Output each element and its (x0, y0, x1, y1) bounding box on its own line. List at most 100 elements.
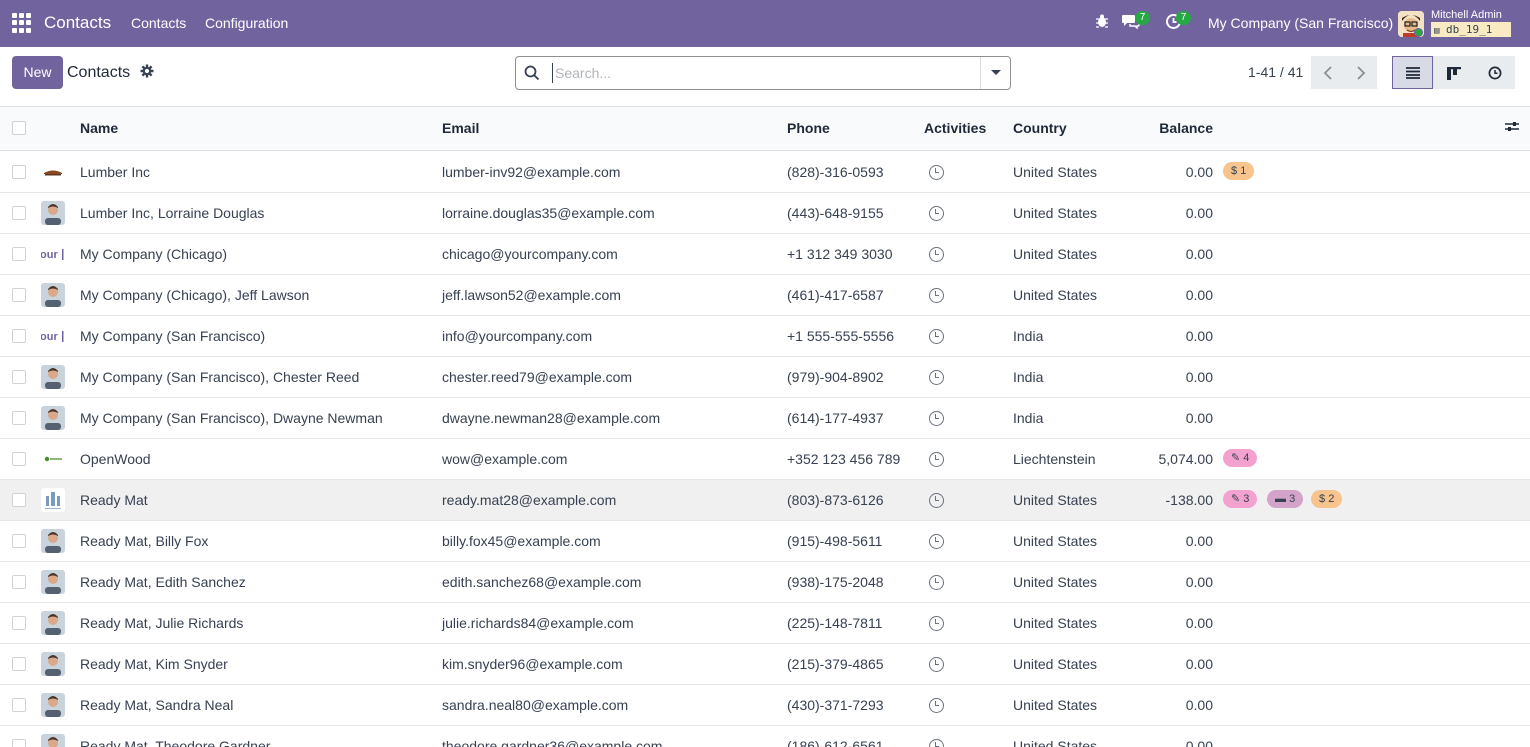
table-row[interactable]: Ready Mat, Sandra Neal sandra.neal80@exa… (0, 685, 1530, 726)
bug-icon[interactable] (1095, 13, 1109, 34)
table-row[interactable]: Ready Mat, Kim Snyder kim.snyder96@examp… (0, 644, 1530, 685)
row-checkbox[interactable] (12, 247, 26, 261)
activity-clock-icon[interactable] (929, 698, 944, 713)
gear-icon[interactable] (140, 64, 154, 81)
contact-phone[interactable]: (225)-148-7811 (787, 615, 882, 631)
pager-value[interactable]: 1-41 / 41 (1248, 64, 1303, 80)
menu-contacts[interactable]: Contacts (131, 15, 186, 31)
pager-previous-button[interactable] (1311, 56, 1344, 89)
pager-next-button[interactable] (1344, 56, 1377, 89)
row-checkbox[interactable] (12, 452, 26, 466)
activity-view-button[interactable] (1474, 56, 1515, 89)
table-row[interactable]: Lumber Inc lumber-inv92@example.com (828… (0, 152, 1530, 193)
activity-clock-icon[interactable] (929, 616, 944, 631)
search-icon[interactable] (524, 65, 540, 84)
contact-phone[interactable]: (614)-177-4937 (787, 410, 884, 426)
contact-name[interactable]: Ready Mat, Julie Richards (80, 615, 243, 631)
row-checkbox[interactable] (12, 288, 26, 302)
table-row[interactable]: Ready Mat, Billy Fox billy.fox45@example… (0, 521, 1530, 562)
contact-name[interactable]: Ready Mat (80, 492, 148, 508)
contact-email[interactable]: lumber-inv92@example.com (442, 164, 620, 180)
contact-phone[interactable]: (828)-316-0593 (787, 164, 884, 180)
contact-email[interactable]: dwayne.newman28@example.com (442, 410, 660, 426)
table-row[interactable]: OpenWood wow@example.com +352 123 456 78… (0, 439, 1530, 480)
column-header-email[interactable]: Email (442, 120, 479, 136)
select-all-checkbox[interactable] (12, 121, 26, 135)
search-input[interactable] (552, 63, 972, 83)
table-row[interactable]: My Company (San Francisco), Dwayne Newma… (0, 398, 1530, 439)
user-name[interactable]: Mitchell Admin (1431, 9, 1502, 21)
row-checkbox[interactable] (12, 657, 26, 671)
table-row[interactable]: our My Company (Chicago) chicago@yourcom… (0, 234, 1530, 275)
table-row[interactable]: My Company (San Francisco), Chester Reed… (0, 357, 1530, 398)
apps-menu-icon[interactable] (12, 13, 32, 33)
contact-phone[interactable]: (443)-648-9155 (787, 205, 884, 221)
contact-name[interactable]: My Company (Chicago), Jeff Lawson (80, 287, 309, 303)
row-checkbox[interactable] (12, 165, 26, 179)
app-name[interactable]: Contacts (44, 13, 111, 33)
contact-phone[interactable]: +1 312 349 3030 (787, 246, 893, 262)
table-row[interactable]: Ready Mat, Edith Sanchez edith.sanchez68… (0, 562, 1530, 603)
optional-columns-icon[interactable] (1505, 121, 1519, 138)
activity-clock-icon[interactable] (929, 288, 944, 303)
new-button[interactable]: New (12, 56, 63, 89)
contact-name[interactable]: My Company (San Francisco) (80, 328, 265, 344)
contact-name[interactable]: Ready Mat, Theodore Gardner (80, 738, 270, 747)
row-checkbox[interactable] (12, 616, 26, 630)
contact-phone[interactable]: +352 123 456 789 (787, 451, 900, 467)
contact-name[interactable]: My Company (San Francisco), Dwayne Newma… (80, 410, 383, 426)
contact-email[interactable]: info@yourcompany.com (442, 328, 592, 344)
contact-phone[interactable]: (430)-371-7293 (787, 697, 884, 713)
column-header-balance[interactable]: Balance (1159, 120, 1213, 136)
table-row[interactable]: Ready Mat ready.mat28@example.com (803)-… (0, 480, 1530, 521)
activity-clock-icon[interactable] (929, 739, 944, 747)
table-row[interactable]: My Company (Chicago), Jeff Lawson jeff.l… (0, 275, 1530, 316)
status-badge[interactable]: $ 1 (1223, 162, 1255, 180)
status-badge[interactable]: $ 2 (1311, 490, 1343, 508)
contact-email[interactable]: billy.fox45@example.com (442, 533, 601, 549)
contact-name[interactable]: My Company (San Francisco), Chester Reed (80, 369, 359, 385)
activity-clock-icon[interactable] (929, 329, 944, 344)
row-checkbox[interactable] (12, 206, 26, 220)
company-switcher[interactable]: My Company (San Francisco) (1208, 15, 1393, 31)
activity-clock-icon[interactable] (929, 534, 944, 549)
contact-phone[interactable]: (186)-612-6561 (787, 738, 884, 747)
table-row[interactable]: Ready Mat, Theodore Gardner theodore.gar… (0, 726, 1530, 747)
row-checkbox[interactable] (12, 493, 26, 507)
status-badge[interactable]: ✎ 3 (1223, 490, 1258, 508)
contact-email[interactable]: kim.snyder96@example.com (442, 656, 623, 672)
row-checkbox[interactable] (12, 698, 26, 712)
contact-name[interactable]: OpenWood (80, 451, 151, 467)
row-checkbox[interactable] (12, 329, 26, 343)
activity-clock-icon[interactable] (929, 575, 944, 590)
table-row[interactable]: our My Company (San Francisco) info@your… (0, 316, 1530, 357)
activity-clock-icon[interactable] (929, 165, 944, 180)
column-header-country[interactable]: Country (1013, 120, 1067, 136)
list-view-button[interactable] (1392, 56, 1433, 89)
row-checkbox[interactable] (12, 575, 26, 589)
search-options-toggle[interactable] (980, 57, 1010, 89)
contact-phone[interactable]: (461)-417-6587 (787, 287, 884, 303)
contact-email[interactable]: chester.reed79@example.com (442, 369, 632, 385)
contact-name[interactable]: Lumber Inc (80, 164, 150, 180)
contact-phone[interactable]: (979)-904-8902 (787, 369, 884, 385)
page-title[interactable]: Contacts (67, 64, 130, 82)
contact-email[interactable]: chicago@yourcompany.com (442, 246, 618, 262)
contact-email[interactable]: wow@example.com (442, 451, 567, 467)
contact-name[interactable]: Lumber Inc, Lorraine Douglas (80, 205, 264, 221)
column-header-phone[interactable]: Phone (787, 120, 830, 136)
contact-phone[interactable]: (215)-379-4865 (787, 656, 884, 672)
contact-email[interactable]: julie.richards84@example.com (442, 615, 634, 631)
contact-phone[interactable]: (803)-873-6126 (787, 492, 884, 508)
activity-clock-icon[interactable] (929, 411, 944, 426)
row-checkbox[interactable] (12, 411, 26, 425)
activity-clock-icon[interactable] (929, 247, 944, 262)
activity-clock-icon[interactable] (929, 370, 944, 385)
contact-phone[interactable]: (938)-175-2048 (787, 574, 884, 590)
contact-email[interactable]: sandra.neal80@example.com (442, 697, 628, 713)
contact-name[interactable]: Ready Mat, Sandra Neal (80, 697, 233, 713)
contact-email[interactable]: theodore.gardner36@example.com (442, 738, 662, 747)
row-checkbox[interactable] (12, 534, 26, 548)
status-badge[interactable]: ✎ 4 (1223, 449, 1258, 467)
activity-clock-icon[interactable] (929, 657, 944, 672)
